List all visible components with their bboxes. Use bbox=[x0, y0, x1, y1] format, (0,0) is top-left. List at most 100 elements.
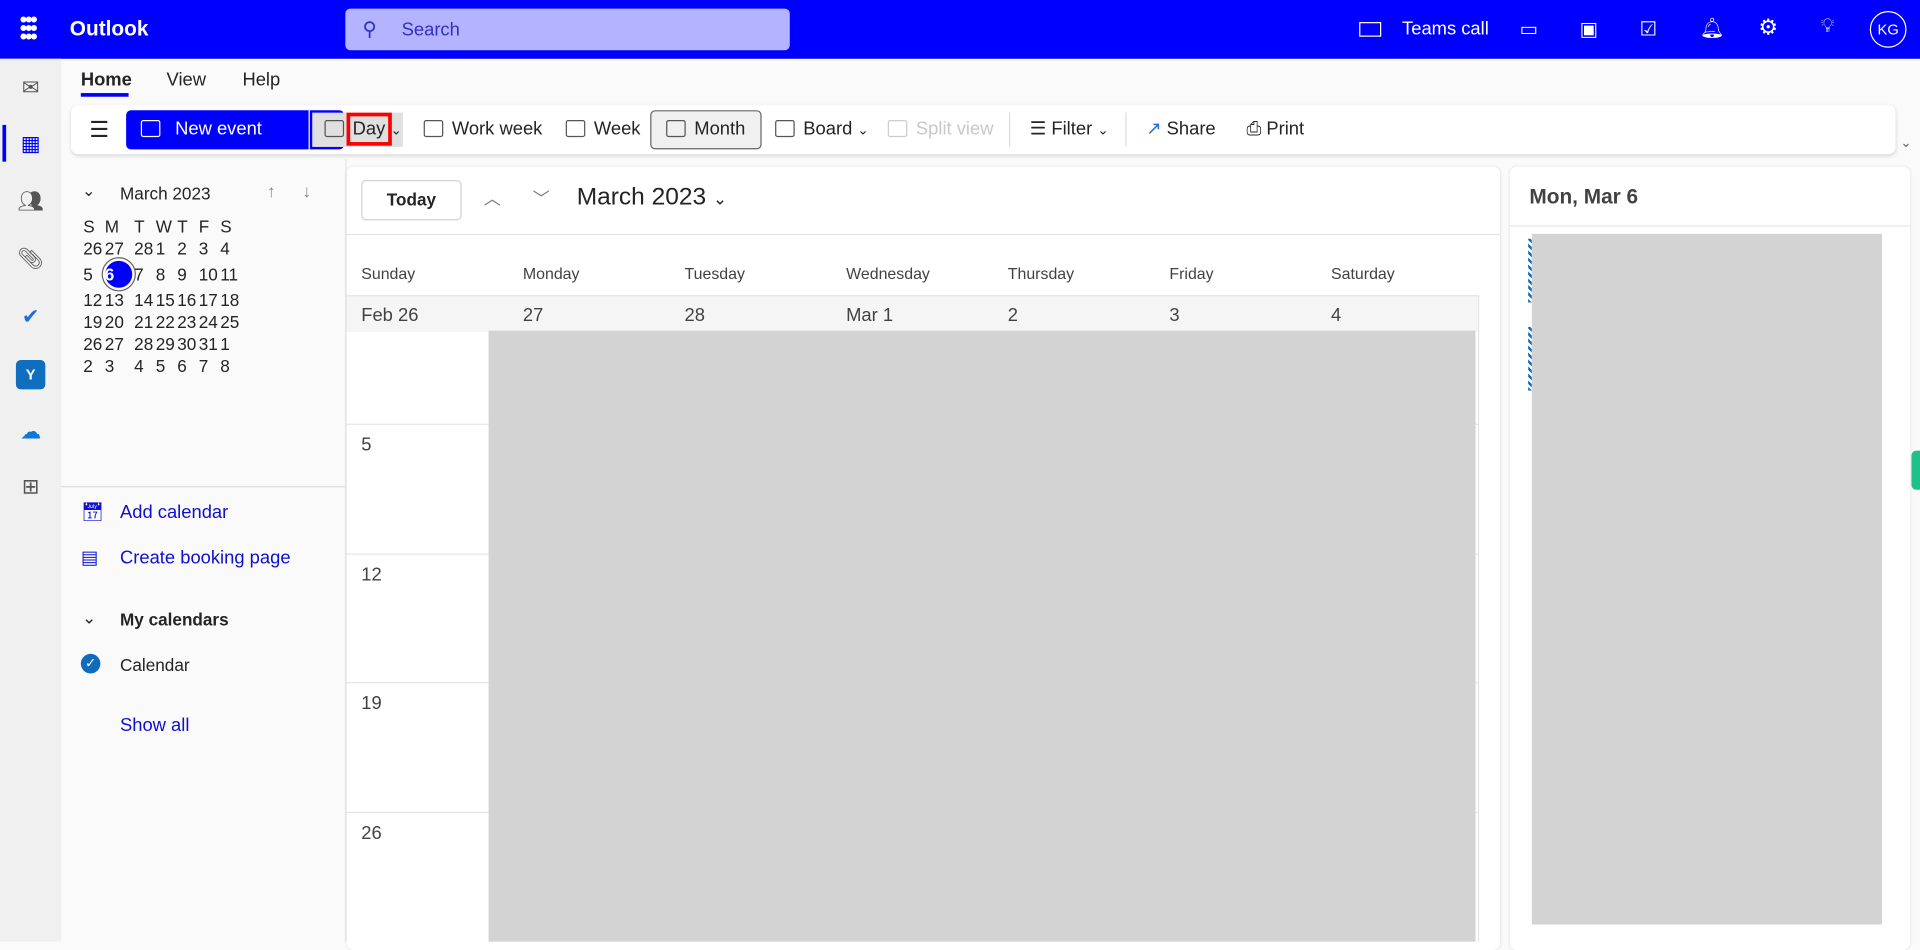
mini-day[interactable]: 12 bbox=[82, 289, 104, 311]
date-cell[interactable]: 28 bbox=[684, 305, 704, 326]
date-cell[interactable]: 12 bbox=[361, 564, 381, 585]
app-launcher-icon[interactable]: ••• ••• ••• bbox=[20, 9, 38, 48]
previous-icon[interactable]: ︿ bbox=[484, 186, 501, 210]
onedrive-icon[interactable]: ☁ bbox=[16, 418, 45, 447]
mini-day[interactable]: 3 bbox=[104, 355, 133, 377]
mini-day[interactable]: 19 bbox=[82, 311, 104, 333]
view-day-button[interactable]: Day ⌄ bbox=[312, 112, 403, 147]
mini-day[interactable]: 14 bbox=[133, 289, 155, 311]
mini-day[interactable]: 23 bbox=[176, 311, 198, 333]
mini-day[interactable]: 4 bbox=[133, 355, 155, 377]
mini-day[interactable]: 7 bbox=[133, 260, 155, 289]
filter-button[interactable]: ☰ Filter ⌄ bbox=[1030, 113, 1109, 147]
mini-day[interactable]: 2 bbox=[82, 355, 104, 377]
search-input[interactable]: ⚲ Search bbox=[345, 8, 790, 51]
mini-day[interactable]: 15 bbox=[154, 289, 176, 311]
mini-day[interactable]: 28 bbox=[133, 333, 155, 355]
date-cell[interactable]: 3 bbox=[1169, 305, 1179, 326]
mini-day[interactable]: 31 bbox=[198, 333, 220, 355]
hamburger-icon[interactable]: ☰ bbox=[89, 113, 109, 147]
mini-day[interactable]: 26 bbox=[82, 238, 104, 260]
mini-day[interactable]: 27 bbox=[104, 333, 133, 355]
mini-day[interactable]: 8 bbox=[154, 260, 176, 289]
onenote-icon[interactable]: ▣ bbox=[1580, 17, 1599, 41]
mini-day[interactable]: 22 bbox=[154, 311, 176, 333]
mini-day[interactable]: 7 bbox=[198, 355, 220, 377]
print-button[interactable]: ⎙ Print bbox=[1247, 113, 1305, 147]
date-cell[interactable]: 5 bbox=[361, 435, 371, 456]
mini-day[interactable]: 16 bbox=[176, 289, 198, 311]
attachment-icon[interactable]: 📎︎ bbox=[16, 245, 45, 274]
date-cell[interactable]: 27 bbox=[523, 305, 543, 326]
calendar-icon[interactable]: ▦ bbox=[16, 130, 45, 159]
prev-month-icon[interactable]: ↑ bbox=[267, 181, 276, 201]
create-booking-link[interactable]: Create booking page bbox=[120, 547, 291, 568]
calendar-checkbox[interactable]: ✓ bbox=[80, 653, 101, 674]
mini-day[interactable]: 20 bbox=[104, 311, 133, 333]
scrollbar[interactable] bbox=[1477, 295, 1480, 942]
next-icon[interactable]: ﹀ bbox=[533, 186, 550, 210]
show-all-link[interactable]: Show all bbox=[120, 715, 189, 736]
gear-icon[interactable]: ⚙ bbox=[1758, 15, 1778, 41]
mini-day[interactable]: 18 bbox=[219, 289, 241, 311]
date-cell[interactable]: 4 bbox=[1331, 305, 1341, 326]
mini-day[interactable]: 27 bbox=[104, 238, 133, 260]
next-month-icon[interactable]: ↓ bbox=[302, 181, 311, 201]
mini-day[interactable]: 25 bbox=[219, 311, 241, 333]
view-month-button[interactable]: Month bbox=[650, 110, 762, 150]
date-cell[interactable]: 19 bbox=[361, 693, 381, 714]
today-button[interactable]: Today bbox=[361, 180, 462, 221]
yammer-icon[interactable]: Y bbox=[15, 360, 46, 390]
date-cell[interactable]: Mar 1 bbox=[846, 305, 893, 326]
mini-day[interactable]: 17 bbox=[198, 289, 220, 311]
mini-day[interactable]: 11 bbox=[219, 260, 241, 289]
add-calendar-link[interactable]: Add calendar bbox=[120, 502, 228, 523]
bell-icon[interactable]: 🔔︎ bbox=[1700, 16, 1725, 40]
mini-day[interactable]: 1 bbox=[154, 238, 176, 260]
mini-day[interactable]: 5 bbox=[154, 355, 176, 377]
collapse-my-calendars-icon[interactable]: ⌄ bbox=[82, 607, 96, 628]
mini-day[interactable]: 21 bbox=[133, 311, 155, 333]
mini-day[interactable]: 30 bbox=[176, 333, 198, 355]
month-title[interactable]: March 2023 ⌄ bbox=[577, 184, 728, 212]
view-work-week-button[interactable]: Work week bbox=[423, 113, 542, 147]
date-cell[interactable]: 2 bbox=[1008, 305, 1018, 326]
lightbulb-icon[interactable]: 💡︎ bbox=[1821, 16, 1835, 38]
mail-icon[interactable]: ✉ bbox=[16, 73, 45, 102]
mini-day[interactable]: 1 bbox=[219, 333, 241, 355]
mini-day[interactable]: 5 bbox=[82, 260, 104, 289]
avatar[interactable]: KG bbox=[1869, 11, 1907, 48]
collapse-icon[interactable]: ⌄ bbox=[82, 181, 95, 201]
share-button[interactable]: ↗ Share bbox=[1146, 113, 1216, 147]
mini-day[interactable]: 10 bbox=[198, 260, 220, 289]
teams-call-button[interactable]: Teams call bbox=[1402, 18, 1489, 39]
mini-day[interactable]: 28 bbox=[133, 238, 155, 260]
date-cell[interactable]: Feb 26 bbox=[361, 305, 418, 326]
mini-day[interactable]: 8 bbox=[219, 355, 241, 377]
video-icon[interactable] bbox=[1359, 22, 1382, 37]
new-event-button[interactable]: New event bbox=[126, 110, 309, 150]
mini-day[interactable]: 6 bbox=[176, 355, 198, 377]
tab-help[interactable]: Help bbox=[242, 70, 280, 91]
ribbon-expand-icon[interactable]: ⌄ bbox=[1900, 135, 1911, 151]
mini-day[interactable]: 26 bbox=[82, 333, 104, 355]
people-icon[interactable]: 👥︎ bbox=[16, 187, 45, 216]
mini-day[interactable]: 13 bbox=[104, 289, 133, 311]
mini-day[interactable]: 4 bbox=[219, 238, 241, 260]
date-cell[interactable]: 26 bbox=[361, 822, 381, 843]
side-tab[interactable] bbox=[1911, 450, 1920, 490]
view-board-button[interactable]: Board ⌄ bbox=[775, 113, 869, 147]
mini-day[interactable]: 9 bbox=[176, 260, 198, 289]
chat-icon[interactable]: ▭ bbox=[1520, 17, 1539, 41]
mini-day[interactable]: 6 bbox=[101, 257, 136, 292]
calendar-item[interactable]: Calendar bbox=[120, 655, 190, 675]
mini-day[interactable]: 29 bbox=[154, 333, 176, 355]
tab-home[interactable]: Home bbox=[81, 70, 132, 91]
view-week-button[interactable]: Week bbox=[565, 113, 641, 147]
tasks-icon[interactable]: ☑ bbox=[1640, 17, 1658, 41]
mini-day[interactable]: 24 bbox=[198, 311, 220, 333]
tab-view[interactable]: View bbox=[167, 70, 206, 91]
mini-calendar-title[interactable]: March 2023 bbox=[120, 184, 211, 204]
apps-icon[interactable]: ⊞ bbox=[16, 473, 45, 502]
mini-day[interactable]: 2 bbox=[176, 238, 198, 260]
